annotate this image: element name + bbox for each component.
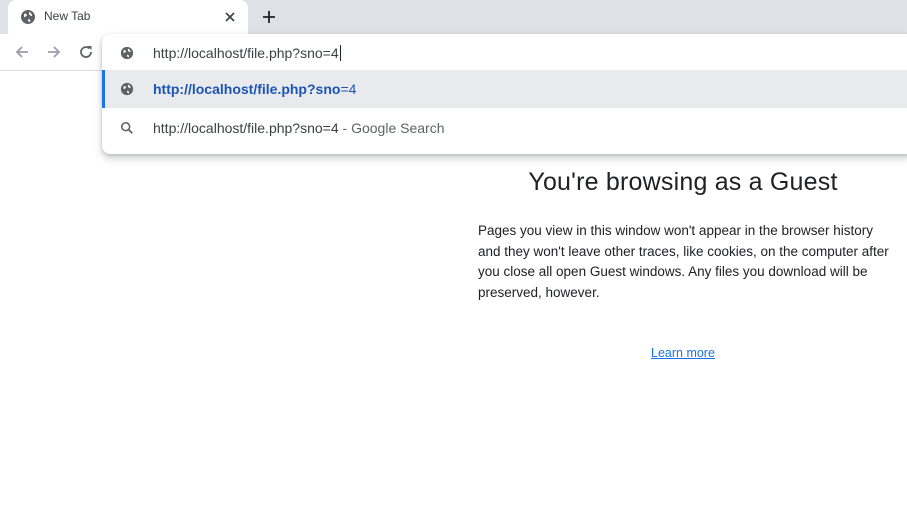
learn-more-link[interactable]: Learn more (651, 346, 715, 360)
suggestion-search[interactable]: http://localhost/file.php?sno=4 - Google… (102, 108, 907, 146)
address-bar[interactable]: http://localhost/file.php?sno=4 (102, 34, 907, 71)
plus-icon (263, 11, 275, 23)
search-icon (119, 120, 135, 136)
tab-strip: New Tab (0, 0, 907, 34)
forward-arrow-icon (48, 46, 61, 58)
globe-icon (20, 9, 36, 25)
address-input[interactable]: http://localhost/file.php?sno=4 (153, 45, 341, 61)
reload-button[interactable] (76, 42, 96, 62)
tab-new-tab[interactable]: New Tab (8, 0, 248, 34)
forward-button[interactable] (44, 42, 64, 62)
back-arrow-icon (15, 46, 28, 58)
back-button[interactable] (12, 42, 32, 62)
omnibox-dropdown: http://localhost/file.php?sno=4 http://l… (102, 34, 907, 154)
text-caret (339, 45, 341, 61)
globe-icon (119, 45, 135, 61)
selection-indicator (102, 70, 105, 108)
globe-icon (119, 81, 135, 97)
page-title: You're browsing as a Guest (528, 168, 838, 196)
close-icon[interactable] (222, 9, 238, 25)
suggestion-url[interactable]: http://localhost/file.php?sno=4 (102, 70, 907, 108)
new-tab-button[interactable] (259, 7, 279, 27)
suggestion-url-text: http://localhost/file.php?sno=4 (153, 81, 357, 97)
tab-title: New Tab (44, 9, 91, 23)
suggestion-search-text: http://localhost/file.php?sno=4 - Google… (153, 120, 445, 136)
reload-icon (80, 46, 92, 58)
guest-description: Pages you view in this window won't appe… (478, 223, 889, 300)
